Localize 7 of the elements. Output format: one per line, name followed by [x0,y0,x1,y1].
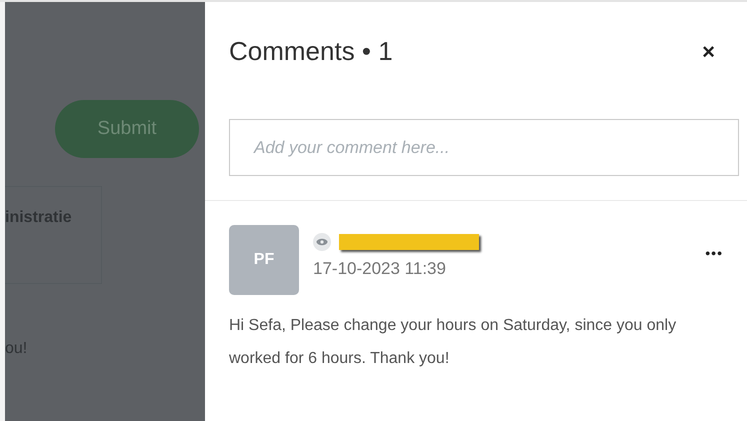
more-button[interactable]: ••• [705,245,723,261]
comment-text: Hi Sefa, Please change your hours on Saturday, since you only worked for 6 hours. Thank you! [229,316,678,369]
avatar: PF [229,225,299,295]
panel-title: Comments • 1 [229,36,393,67]
eye-icon [313,233,331,251]
comment-timestamp: 17-10-2023 11:39 [313,259,447,279]
close-button[interactable]: × [702,38,715,64]
